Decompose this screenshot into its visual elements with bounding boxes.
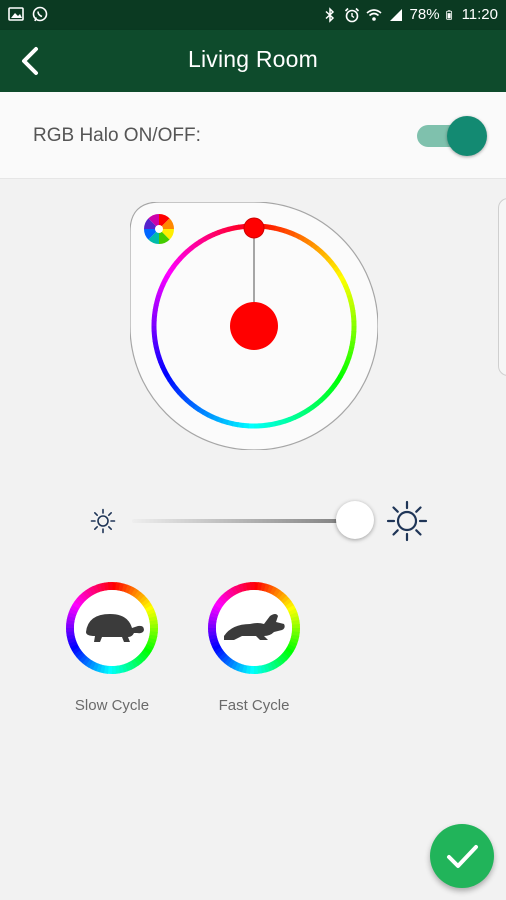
bluetooth-icon bbox=[325, 6, 334, 23]
selected-color-preview[interactable] bbox=[230, 302, 278, 350]
fast-cycle-button[interactable]: Fast Cycle bbox=[184, 580, 324, 714]
confirm-button[interactable] bbox=[430, 824, 494, 888]
alarm-icon bbox=[344, 7, 359, 22]
switch-thumb bbox=[447, 116, 487, 156]
image-icon bbox=[8, 7, 24, 21]
signal-icon bbox=[389, 8, 402, 21]
brightness-high-icon bbox=[386, 500, 428, 542]
color-wheel[interactable] bbox=[130, 202, 378, 450]
page-title: Living Room bbox=[187, 46, 319, 72]
whatsapp-icon bbox=[32, 6, 48, 22]
status-bar: 78% 11:20 bbox=[0, 0, 506, 30]
brightness-low-icon bbox=[90, 508, 116, 534]
side-panel-handle[interactable] bbox=[498, 198, 506, 376]
brightness-knob[interactable] bbox=[336, 501, 374, 539]
color-palette-icon[interactable] bbox=[144, 214, 174, 244]
halo-toggle-switch[interactable] bbox=[415, 116, 489, 156]
turtle-icon bbox=[66, 582, 158, 674]
rabbit-icon bbox=[208, 582, 300, 674]
clock: 11:20 bbox=[461, 6, 498, 23]
fast-cycle-label: Fast Cycle bbox=[218, 697, 290, 714]
slow-cycle-button[interactable]: Slow Cycle bbox=[42, 580, 182, 714]
hue-selector-handle[interactable] bbox=[243, 217, 265, 239]
battery-percent: 78% bbox=[409, 6, 440, 23]
wifi-icon bbox=[366, 8, 382, 21]
slow-cycle-label: Slow Cycle bbox=[74, 697, 150, 714]
brightness-slider[interactable] bbox=[90, 498, 430, 544]
battery-icon bbox=[445, 9, 452, 20]
app-bar: Living Room bbox=[0, 30, 506, 92]
checkmark-icon bbox=[447, 845, 478, 868]
brightness-track[interactable] bbox=[132, 519, 358, 523]
halo-toggle-label: RGB Halo ON/OFF: bbox=[33, 125, 201, 146]
